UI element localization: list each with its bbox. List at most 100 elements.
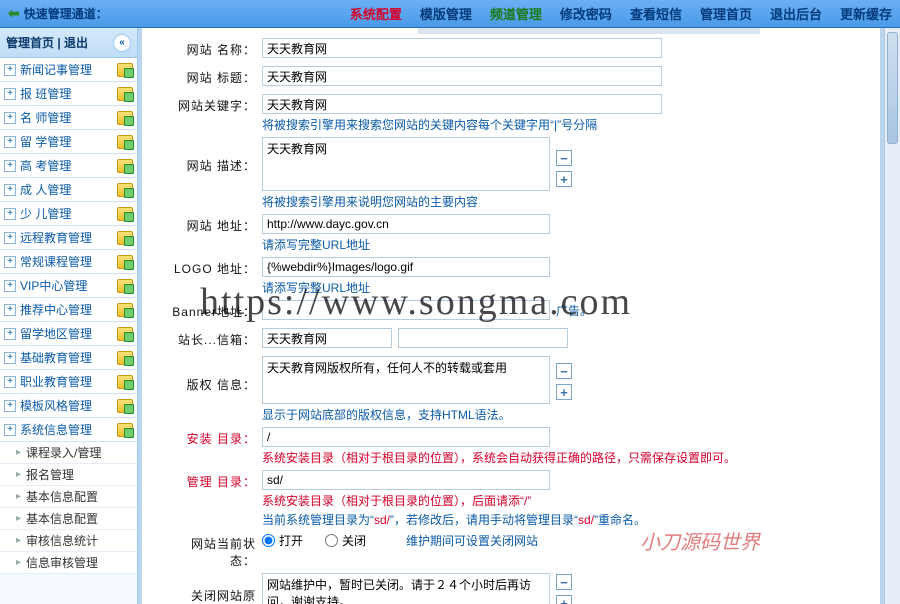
sidebar-item-4[interactable]: + 高 考管理 (0, 154, 137, 178)
sidebar-item-7[interactable]: + 远程教育管理 (0, 226, 137, 250)
sidebar-item-8[interactable]: + 常规课程管理 (0, 250, 137, 274)
sidebar-item-label: 名 师管理 (20, 109, 117, 126)
expand-icon[interactable]: + (4, 184, 16, 196)
hint-copyright: 显示于网站底部的版权信息，支持HTML语法。 (262, 406, 874, 423)
label-keywords: 网站关键字： (166, 94, 262, 114)
sidebar-sub-2[interactable]: 基本信息配置 (0, 486, 137, 508)
nav-sysconfig[interactable]: 系统配置 (350, 4, 402, 23)
sidebar-item-0[interactable]: +新闻记事管理 (0, 58, 137, 82)
sidebar-item-label: 推荐中心管理 (20, 301, 117, 318)
expand-icon[interactable]: + (4, 400, 16, 412)
sidebar-item-11[interactable]: + 留学地区管理 (0, 322, 137, 346)
hint-banner-suffix: 广告。 (556, 302, 592, 319)
sidebar-head-label[interactable]: 管理首页 | 退出 (6, 34, 88, 51)
scrollbar[interactable] (884, 28, 900, 604)
textarea-copyright[interactable]: 天天教育网版权所有，任何人不的转载或套用 (262, 356, 550, 404)
copy-shrink-icon[interactable]: − (556, 363, 572, 379)
input-site-title[interactable] (262, 66, 662, 86)
label-logo-url: LOGO 地址： (166, 257, 262, 277)
reason-shrink-icon[interactable]: − (556, 574, 572, 590)
folder-icon (117, 231, 133, 245)
sidebar-item-12[interactable]: +基础教育管理 (0, 346, 137, 370)
copy-expand-icon[interactable]: + (556, 384, 572, 400)
input-webmaster-mail[interactable] (398, 328, 568, 348)
input-manage-dir[interactable] (262, 470, 550, 490)
radio-close[interactable]: 关闭 (325, 532, 366, 549)
sidebar-item-label: 报 班管理 (20, 85, 117, 102)
sidebar-sub-5[interactable]: 信息审核管理 (0, 552, 137, 574)
sidebar-item-label: 留学地区管理 (20, 325, 117, 342)
collapse-icon[interactable]: « (113, 34, 131, 52)
sidebar-item-label: 成 人管理 (20, 181, 117, 198)
hint-logo-url: 请添写完整URL地址 (262, 279, 874, 296)
input-banner-url[interactable] (262, 300, 550, 320)
expand-icon[interactable]: + (4, 424, 16, 436)
textarea-description[interactable]: 天天教育网 (262, 137, 550, 191)
back-icon: ⬅ (8, 5, 20, 22)
expand-icon[interactable]: + (4, 88, 16, 100)
sidebar-item-6[interactable]: +少 儿管理 (0, 202, 137, 226)
sidebar-item-1[interactable]: + 报 班管理 (0, 82, 137, 106)
input-site-name[interactable] (262, 38, 662, 58)
sidebar-item-label: 常规课程管理 (20, 253, 117, 270)
label-description: 网站 描述： (166, 137, 262, 174)
nav-template[interactable]: 模版管理 (420, 4, 472, 23)
hint-description: 将被搜索引擎用来说明您网站的主要内容 (262, 193, 874, 210)
folder-icon (117, 279, 133, 293)
hint-install-dir: 系统安装目录（相对于根目录的位置），系统会自动获得正确的路径，只需保存设置即可。 (262, 449, 874, 466)
nav-home[interactable]: 管理首页 (700, 4, 752, 23)
nav-password[interactable]: 修改密码 (560, 4, 612, 23)
expand-icon[interactable]: + (4, 304, 16, 316)
sidebar-sub-4[interactable]: 审核信息统计 (0, 530, 137, 552)
sidebar-item-label: 远程教育管理 (20, 229, 117, 246)
expand-icon[interactable]: + (4, 208, 16, 220)
folder-icon (117, 207, 133, 221)
desc-expand-icon[interactable]: + (556, 171, 572, 187)
nav-channel[interactable]: 频道管理 (490, 4, 542, 23)
expand-icon[interactable]: + (4, 112, 16, 124)
label-banner-url: Banner地址： (166, 300, 262, 320)
radio-open[interactable]: 打开 (262, 532, 303, 549)
expand-icon[interactable]: + (4, 280, 16, 292)
sidebar-sub-3[interactable]: 基本信息配置 (0, 508, 137, 530)
expand-icon[interactable]: + (4, 376, 16, 388)
nav-sms[interactable]: 查看短信 (630, 4, 682, 23)
input-site-url[interactable] (262, 214, 550, 234)
sidebar-item-label: 高 考管理 (20, 157, 117, 174)
expand-icon[interactable]: + (4, 352, 16, 364)
sidebar-item-9[interactable]: +VIP中心管理 (0, 274, 137, 298)
hint-manage-dir2: 当前系统管理目录为“sd/”，若修改后，请用手动将管理目录“sd/”重命名。 (262, 511, 874, 528)
label-install-dir: 安装 目录： (166, 427, 262, 447)
folder-icon (117, 183, 133, 197)
expand-icon[interactable]: + (4, 328, 16, 340)
input-logo-url[interactable] (262, 257, 550, 277)
sidebar-item-10[interactable]: + 推荐中心管理 (0, 298, 137, 322)
sidebar-item-3[interactable]: +留 学管理 (0, 130, 137, 154)
nav-logout[interactable]: 退出后台 (770, 4, 822, 23)
label-status: 网站当前状态： (166, 532, 262, 569)
sidebar-item-14[interactable]: +模板风格管理 (0, 394, 137, 418)
input-install-dir[interactable] (262, 427, 550, 447)
expand-icon[interactable]: + (4, 64, 16, 76)
sidebar-item-15[interactable]: + 系统信息管理 (0, 418, 137, 442)
expand-icon[interactable]: + (4, 160, 16, 172)
textarea-close-reason[interactable]: 网站维护中，暂时已关闭。请于２４个小时后再访问，谢谢支持。 (262, 573, 550, 604)
sidebar-item-13[interactable]: +职业教育管理 (0, 370, 137, 394)
expand-icon[interactable]: + (4, 232, 16, 244)
sidebar-sub-1[interactable]: 报名管理 (0, 464, 137, 486)
quick-channel-label: 快速管理通道： (24, 5, 108, 22)
sidebar-item-5[interactable]: + 成 人管理 (0, 178, 137, 202)
folder-icon (117, 327, 133, 341)
folder-icon (117, 423, 133, 437)
sidebar-item-label: 系统信息管理 (20, 421, 117, 438)
expand-icon[interactable]: + (4, 136, 16, 148)
reason-expand-icon[interactable]: + (556, 595, 572, 604)
label-copyright: 版权 信息： (166, 356, 262, 393)
expand-icon[interactable]: + (4, 256, 16, 268)
input-webmaster-name[interactable] (262, 328, 392, 348)
nav-cache[interactable]: 更新缓存 (840, 4, 892, 23)
sidebar-sub-0[interactable]: 课程录入/管理 (0, 442, 137, 464)
desc-shrink-icon[interactable]: − (556, 150, 572, 166)
input-keywords[interactable] (262, 94, 662, 114)
sidebar-item-2[interactable]: + 名 师管理 (0, 106, 137, 130)
